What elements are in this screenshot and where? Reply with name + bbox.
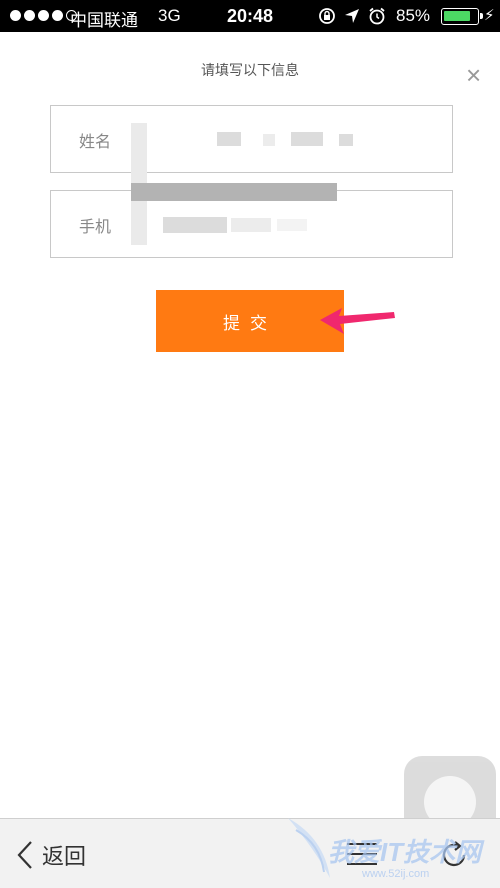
chevron-left-icon — [17, 841, 32, 869]
watermark-text: 我爱IT技术网 — [328, 837, 482, 867]
battery-percentage: 85% — [396, 6, 431, 25]
name-field[interactable]: 姓名 — [50, 105, 453, 173]
status-bar: 中国联通 3G 20:48 85% ⚡ — [0, 0, 500, 32]
phone-label: 手机 — [79, 219, 112, 236]
name-label: 姓名 — [79, 134, 112, 151]
phone-value-redacted — [147, 209, 387, 239]
battery-icon — [441, 8, 483, 25]
location-arrow-icon — [345, 9, 359, 23]
back-label: 返回 — [42, 844, 87, 869]
form-title: 请填写以下信息 — [201, 62, 299, 78]
annotation-arrow — [320, 308, 395, 334]
watermark-logo: 我爱IT技术网 www.52ij.com — [284, 808, 500, 888]
watermark-url: www.52ij.com — [362, 868, 430, 880]
back-button[interactable]: 返回 — [16, 839, 86, 871]
alarm-clock-icon — [369, 7, 385, 25]
charging-icon: ⚡ — [484, 7, 495, 24]
redaction-bar — [131, 183, 337, 201]
close-icon[interactable]: × — [466, 62, 481, 88]
submit-button[interactable]: 提交 — [156, 290, 344, 352]
rotation-lock-icon — [319, 8, 335, 24]
name-value-redacted — [147, 124, 387, 154]
